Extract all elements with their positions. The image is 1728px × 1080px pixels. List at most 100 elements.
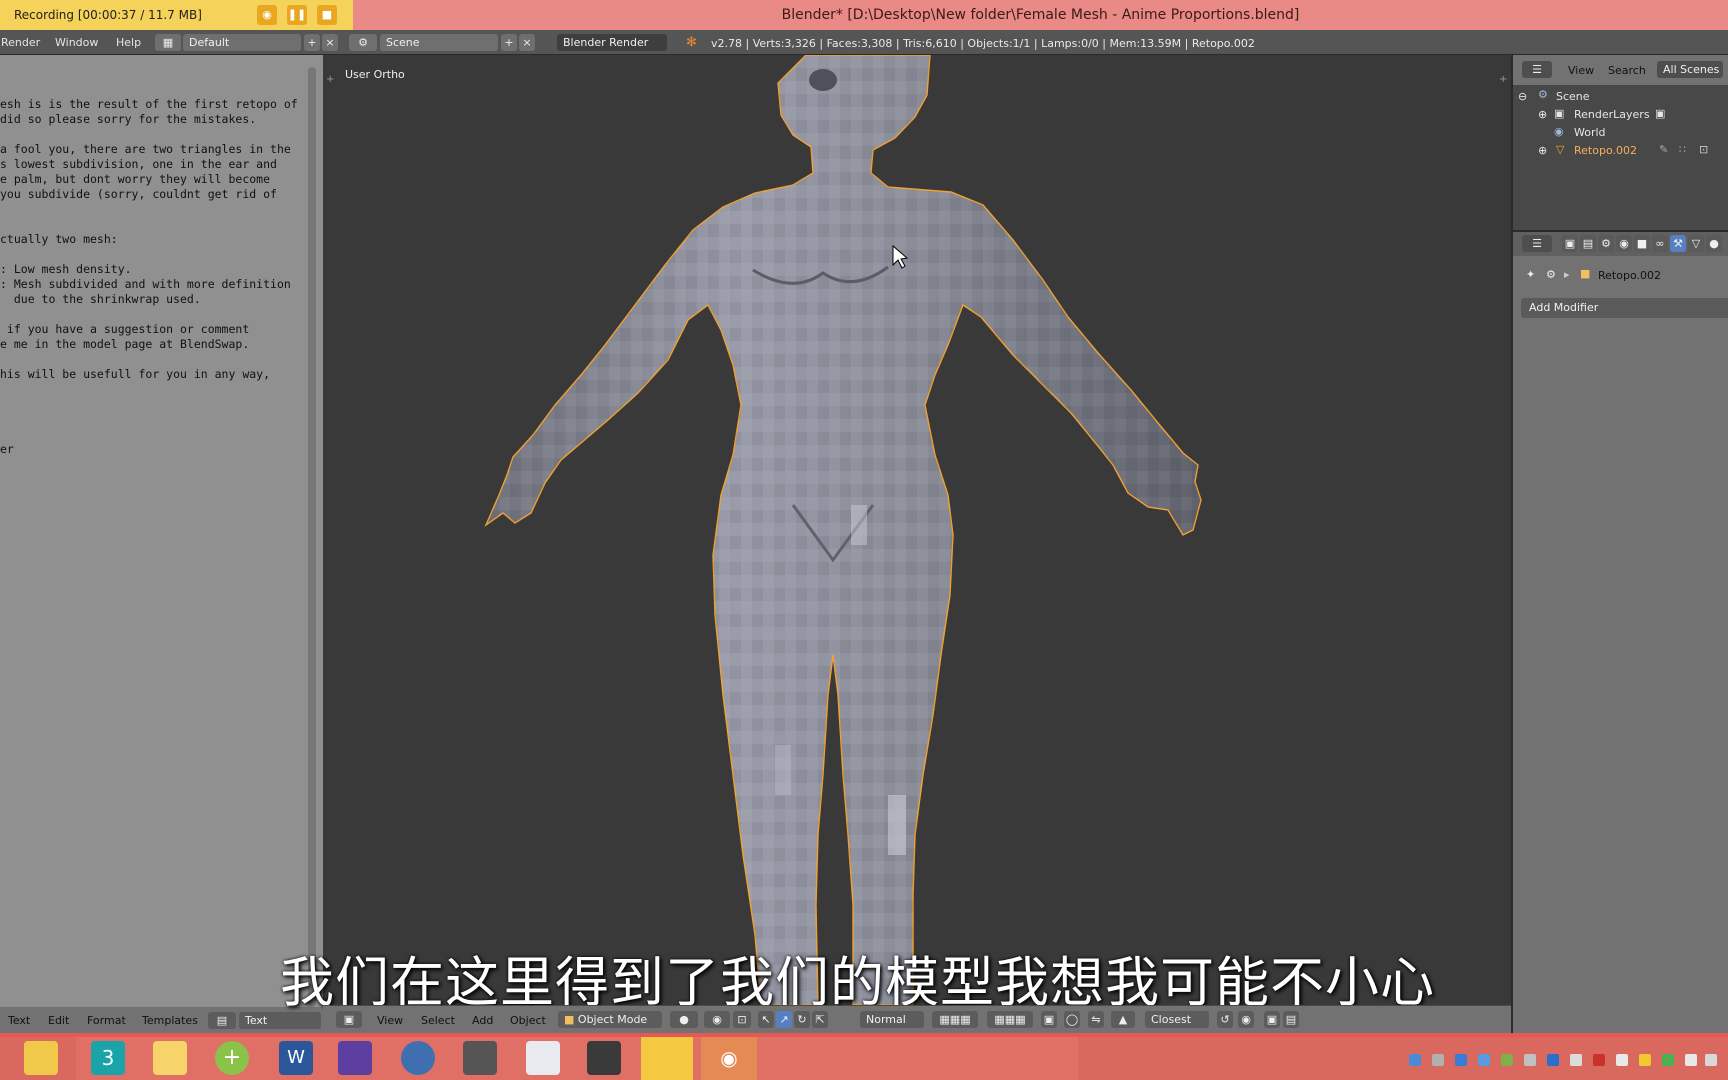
outliner-tab-view[interactable]: View: [1568, 64, 1594, 77]
outliner-item-scene[interactable]: Scene: [1556, 90, 1590, 103]
pivot-icon[interactable]: ◉: [704, 1011, 730, 1028]
manipulator-icon[interactable]: ↖: [758, 1011, 774, 1028]
viewport-menu-add[interactable]: Add: [472, 1014, 493, 1027]
add-layout-icon[interactable]: +: [304, 34, 320, 51]
text-content[interactable]: esh is is the result of the first retopo…: [0, 97, 305, 457]
media-icon[interactable]: [463, 1041, 497, 1075]
presentation-icon[interactable]: [587, 1041, 621, 1075]
outliner-item-world[interactable]: World: [1574, 126, 1606, 139]
outliner-display-mode[interactable]: All Scenes: [1657, 61, 1723, 78]
rotate-icon[interactable]: ↻: [794, 1011, 810, 1028]
tray-google-icon[interactable]: [1455, 1054, 1467, 1066]
constraints-tab-icon[interactable]: ∞: [1652, 235, 1668, 252]
outliner-editor-icon[interactable]: ☰: [1522, 61, 1552, 78]
layers-row2-icon[interactable]: ▦▦▦: [987, 1011, 1033, 1028]
collapse-scene-icon[interactable]: ⊖: [1518, 90, 1527, 103]
add-icon[interactable]: +: [215, 1041, 249, 1075]
lock-layers-icon[interactable]: ▣: [1041, 1011, 1057, 1028]
text-menu-text[interactable]: Text: [8, 1014, 30, 1027]
outliner-item-renderlayers[interactable]: RenderLayers: [1574, 108, 1650, 121]
outliner-tab-search[interactable]: Search: [1608, 64, 1646, 77]
vertex-group-icon[interactable]: ∷: [1679, 143, 1686, 156]
editor-type-icon[interactable]: ▣: [336, 1011, 362, 1028]
shading-icon[interactable]: ●: [670, 1011, 698, 1028]
3ds-max-icon[interactable]: 3: [91, 1041, 125, 1075]
world-tab-icon[interactable]: ◉: [1616, 235, 1632, 252]
tray-battery-icon[interactable]: [1409, 1054, 1421, 1066]
pin-icon[interactable]: ✦: [1526, 268, 1535, 281]
text-menu-edit[interactable]: Edit: [48, 1014, 69, 1027]
tray-flag-icon[interactable]: [1685, 1054, 1697, 1066]
viewport-corner-left-icon[interactable]: +: [326, 74, 334, 85]
female-mesh[interactable]: [484, 55, 1202, 1005]
data-tab-icon[interactable]: ▽: [1688, 235, 1704, 252]
expand-object-icon[interactable]: ⊕: [1538, 144, 1547, 157]
snap-project-icon[interactable]: ◉: [1238, 1011, 1254, 1028]
pause-icon[interactable]: ❚❚: [287, 5, 307, 25]
scene-icon[interactable]: ⚙: [349, 34, 377, 51]
render-tab-icon[interactable]: ▣: [1562, 235, 1578, 252]
menu-help[interactable]: Help: [116, 36, 141, 49]
outliner[interactable]: ☰ View Search All Scenes ⊖ ⚙ Scene ⊕ ▣ R…: [1511, 55, 1728, 230]
translate-icon[interactable]: ↗: [776, 1011, 792, 1028]
mode-select[interactable]: ■ Object Mode: [558, 1011, 662, 1028]
expand-renderlayers-icon[interactable]: ⊕: [1538, 108, 1547, 121]
musescore-icon[interactable]: [526, 1041, 560, 1075]
text-menu-format[interactable]: Format: [87, 1014, 126, 1027]
screen-layout-field[interactable]: Default: [183, 34, 301, 51]
tray-search-icon[interactable]: [1432, 1054, 1444, 1066]
modifier-edit-icon[interactable]: ✎: [1659, 143, 1668, 156]
render-engine-select[interactable]: Blender Render: [557, 34, 667, 51]
tray-monitor-icon[interactable]: [1524, 1054, 1536, 1066]
modifiers-tab-icon[interactable]: ⚒: [1670, 235, 1686, 252]
properties-editor[interactable]: ☰ ▣ ▤ ⚙ ◉ ■ ∞ ⚒ ▽ ● ✦ ⚙ ▸ ■ Retopo.002 A…: [1511, 230, 1728, 1033]
tray-update-icon[interactable]: [1639, 1054, 1651, 1066]
properties-editor-icon[interactable]: ☰: [1522, 235, 1552, 252]
text-editor[interactable]: esh is is the result of the first retopo…: [0, 55, 323, 1055]
render-animation-icon[interactable]: ▤: [1283, 1011, 1299, 1028]
add-modifier-button[interactable]: Add Modifier: [1521, 298, 1728, 318]
remove-scene-icon[interactable]: ×: [519, 34, 535, 51]
proportional-icon[interactable]: ◯: [1064, 1011, 1080, 1028]
file-explorer-icon[interactable]: [24, 1041, 58, 1075]
add-scene-icon[interactable]: +: [501, 34, 517, 51]
outliner-item-retopo[interactable]: Retopo.002: [1574, 144, 1637, 157]
tray-acrobat-icon[interactable]: [1593, 1054, 1605, 1066]
viewport-corner-right-icon[interactable]: +: [1499, 74, 1507, 85]
viewport-menu-select[interactable]: Select: [421, 1014, 455, 1027]
tray-dropbox-icon[interactable]: [1547, 1054, 1559, 1066]
scene-tab-icon[interactable]: ⚙: [1598, 235, 1614, 252]
object-tab-icon[interactable]: ■: [1634, 235, 1650, 252]
scale-icon[interactable]: ⇱: [812, 1011, 828, 1028]
text-scrollbar[interactable]: [308, 67, 316, 1007]
layers-tab-icon[interactable]: ▤: [1580, 235, 1596, 252]
stop-icon[interactable]: ■: [317, 5, 337, 25]
text-datablock-icon[interactable]: ▤: [208, 1012, 236, 1029]
tray-signal-icon[interactable]: [1705, 1054, 1717, 1066]
menu-render[interactable]: Render: [1, 36, 40, 49]
renderlayers-toggle-icon[interactable]: ▣: [1655, 107, 1665, 120]
camera-icon[interactable]: ◉: [257, 5, 277, 25]
calendar-icon[interactable]: [338, 1041, 372, 1075]
remove-layout-icon[interactable]: ×: [322, 34, 338, 51]
viewport-menu-view[interactable]: View: [377, 1014, 403, 1027]
snap-target-select[interactable]: Closest: [1145, 1011, 1209, 1028]
scene-field[interactable]: Scene: [380, 34, 498, 51]
text-menu-templates[interactable]: Templates: [142, 1014, 198, 1027]
viewport-menu-object[interactable]: Object: [510, 1014, 546, 1027]
orientation-select[interactable]: Normal: [860, 1011, 924, 1028]
layers-row1-icon[interactable]: ▦▦▦: [932, 1011, 978, 1028]
menu-window[interactable]: Window: [55, 36, 98, 49]
tray-cloud-icon[interactable]: [1616, 1054, 1628, 1066]
snap-element-icon[interactable]: ▲: [1111, 1011, 1135, 1028]
snap-icon[interactable]: ⇋: [1088, 1011, 1104, 1028]
slideshow-icon[interactable]: [641, 1037, 693, 1080]
clock-icon[interactable]: [401, 1041, 435, 1075]
blender-icon[interactable]: ◉: [701, 1037, 757, 1080]
3d-viewport[interactable]: User Ortho + +: [323, 55, 1511, 1005]
render-still-icon[interactable]: ▣: [1264, 1011, 1280, 1028]
manipulator-toggle-icon[interactable]: ⊡: [733, 1011, 751, 1028]
word-icon[interactable]: W: [279, 1041, 313, 1075]
screen-layout-icon[interactable]: ▦: [155, 34, 181, 51]
align-rotation-icon[interactable]: ↺: [1217, 1011, 1233, 1028]
